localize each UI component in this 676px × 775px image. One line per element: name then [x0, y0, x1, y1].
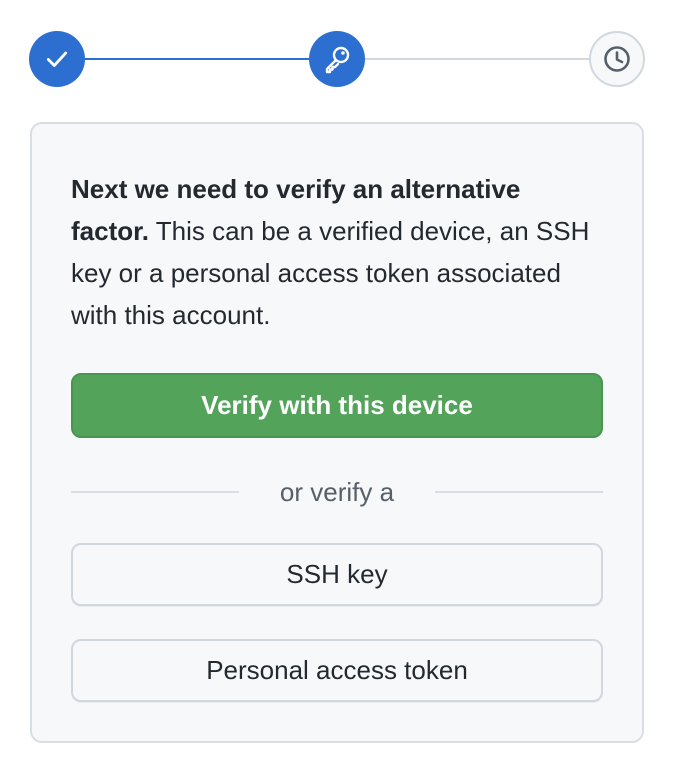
personal-access-token-button[interactable]: Personal access token — [71, 639, 603, 702]
or-divider: or verify a — [71, 472, 603, 512]
intro-body: This can be a verified device, an SSH ke… — [71, 216, 590, 330]
progress-steps — [0, 0, 676, 120]
step-connector-pending — [365, 58, 591, 60]
ssh-key-button[interactable]: SSH key — [71, 543, 603, 606]
divider-text: or verify a — [279, 477, 395, 507]
verification-page: Next we need to verify an alternative fa… — [0, 0, 676, 775]
step-connector-complete — [85, 58, 311, 60]
step-active — [309, 31, 365, 87]
step-upcoming — [589, 31, 645, 87]
check-icon — [44, 46, 70, 72]
key-icon — [321, 43, 353, 75]
verify-device-button[interactable]: Verify with this device — [71, 373, 603, 438]
clock-icon — [602, 44, 632, 74]
intro-text: Next we need to verify an alternative fa… — [71, 168, 601, 336]
verification-card: Next we need to verify an alternative fa… — [30, 122, 644, 743]
step-complete — [29, 31, 85, 87]
